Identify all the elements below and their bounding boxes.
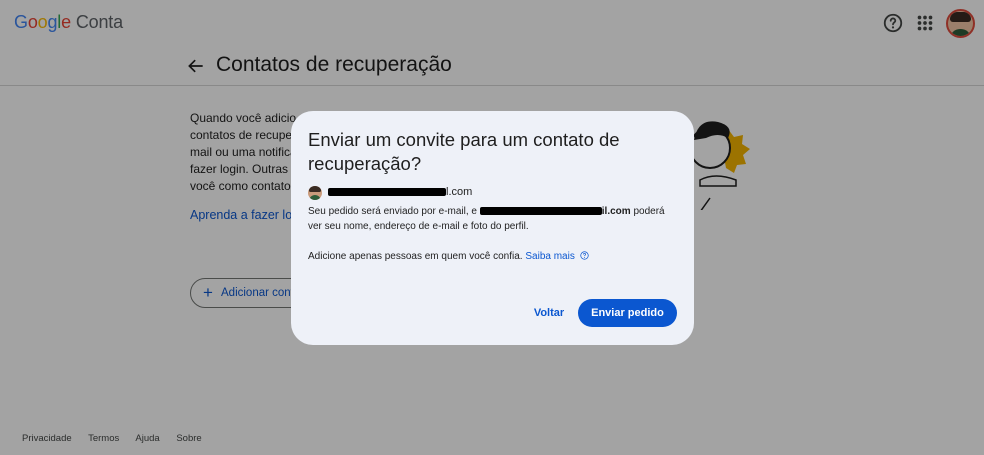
send-request-button[interactable]: Enviar pedido <box>578 299 677 327</box>
avatar-shirt <box>309 195 321 200</box>
back-button[interactable]: Voltar <box>528 299 570 327</box>
avatar-hair <box>309 186 321 192</box>
description-start: Seu pedido será enviado por e-mail, e <box>308 206 477 217</box>
help-circle-icon[interactable] <box>579 251 589 260</box>
contact-email: l.com <box>328 186 472 198</box>
email-suffix: il.com <box>601 206 631 217</box>
redacted-email <box>479 207 602 216</box>
learn-more-link[interactable]: Saiba mais <box>525 251 574 262</box>
email-suffix: l.com <box>446 186 473 198</box>
trust-note: Adicione apenas pessoas em quem você con… <box>308 251 589 262</box>
dialog-title: Enviar um convite para um contato de rec… <box>308 129 620 174</box>
redacted-email <box>328 188 446 197</box>
trust-note-text: Adicione apenas pessoas em quem você con… <box>308 251 523 262</box>
contact-avatar <box>308 186 322 200</box>
dialog-description: Seu pedido será enviado por e-mail, e il… <box>308 205 678 234</box>
invite-dialog: Enviar um convite para um contato de rec… <box>291 111 694 345</box>
